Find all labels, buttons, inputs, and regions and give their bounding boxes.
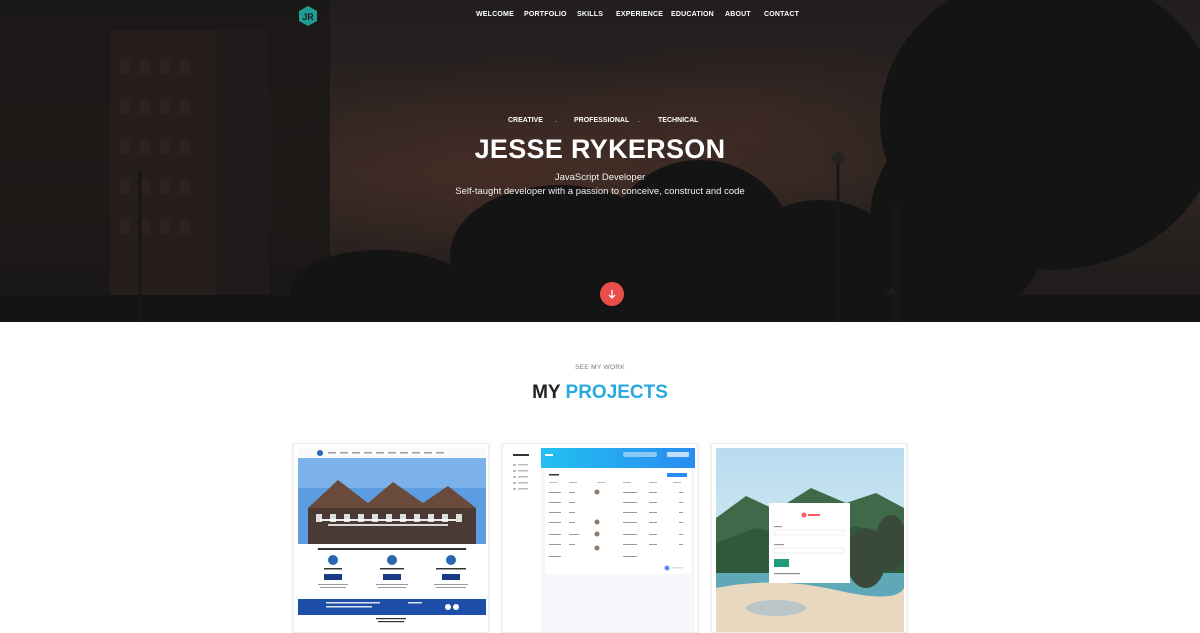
project-card-3[interactable]	[711, 443, 907, 633]
project-card-1[interactable]	[293, 443, 489, 633]
hero-taglines: CREATIVE . PROFESSIONAL . TECHNICAL	[0, 117, 1200, 127]
tagline-professional: PROFESSIONAL	[574, 117, 630, 124]
projects-subtitle: SEE MY WORK	[575, 364, 625, 371]
main-nav: WELCOME PORTFOLIO SKILLS EXPERIENCE EDUC…	[0, 11, 1200, 21]
projects-title: MY PROJECTS	[0, 382, 1200, 404]
nav-item-portfolio[interactable]: PORTFOLIO	[524, 11, 567, 18]
hero-description: Self-taught developer with a passion to …	[455, 186, 745, 197]
hero-name: JESSE RYKERSON	[474, 134, 726, 164]
tagline-separator: .	[638, 117, 640, 124]
nav-item-welcome[interactable]: WELCOME	[476, 11, 514, 18]
website-thumbnail-icon	[298, 448, 486, 632]
tagline-technical: TECHNICAL	[658, 117, 699, 124]
projects-title-main: MY	[532, 382, 561, 403]
hero-section: JR WELCOME PORTFOLIO SKILLS EXPERIENCE E…	[0, 0, 1200, 322]
tagline-creative: CREATIVE	[508, 117, 543, 124]
project-card-2[interactable]	[502, 443, 698, 633]
nav-item-experience[interactable]: EXPERIENCE	[616, 11, 663, 18]
nav-item-contact[interactable]: CONTACT	[764, 11, 799, 18]
hero-role: JavaScript Developer	[554, 172, 646, 183]
nav-item-skills[interactable]: SKILLS	[577, 11, 603, 18]
nav-item-education[interactable]: EDUCATION	[671, 11, 714, 18]
nav-item-about[interactable]: ABOUT	[725, 11, 751, 18]
arrow-down-icon	[608, 290, 616, 299]
dashboard-thumbnail-icon	[507, 448, 695, 632]
tagline-separator: .	[555, 117, 557, 124]
projects-title-accent: PROJECTS	[565, 382, 668, 403]
scroll-down-button[interactable]	[600, 282, 624, 306]
login-thumbnail-icon	[716, 448, 904, 632]
